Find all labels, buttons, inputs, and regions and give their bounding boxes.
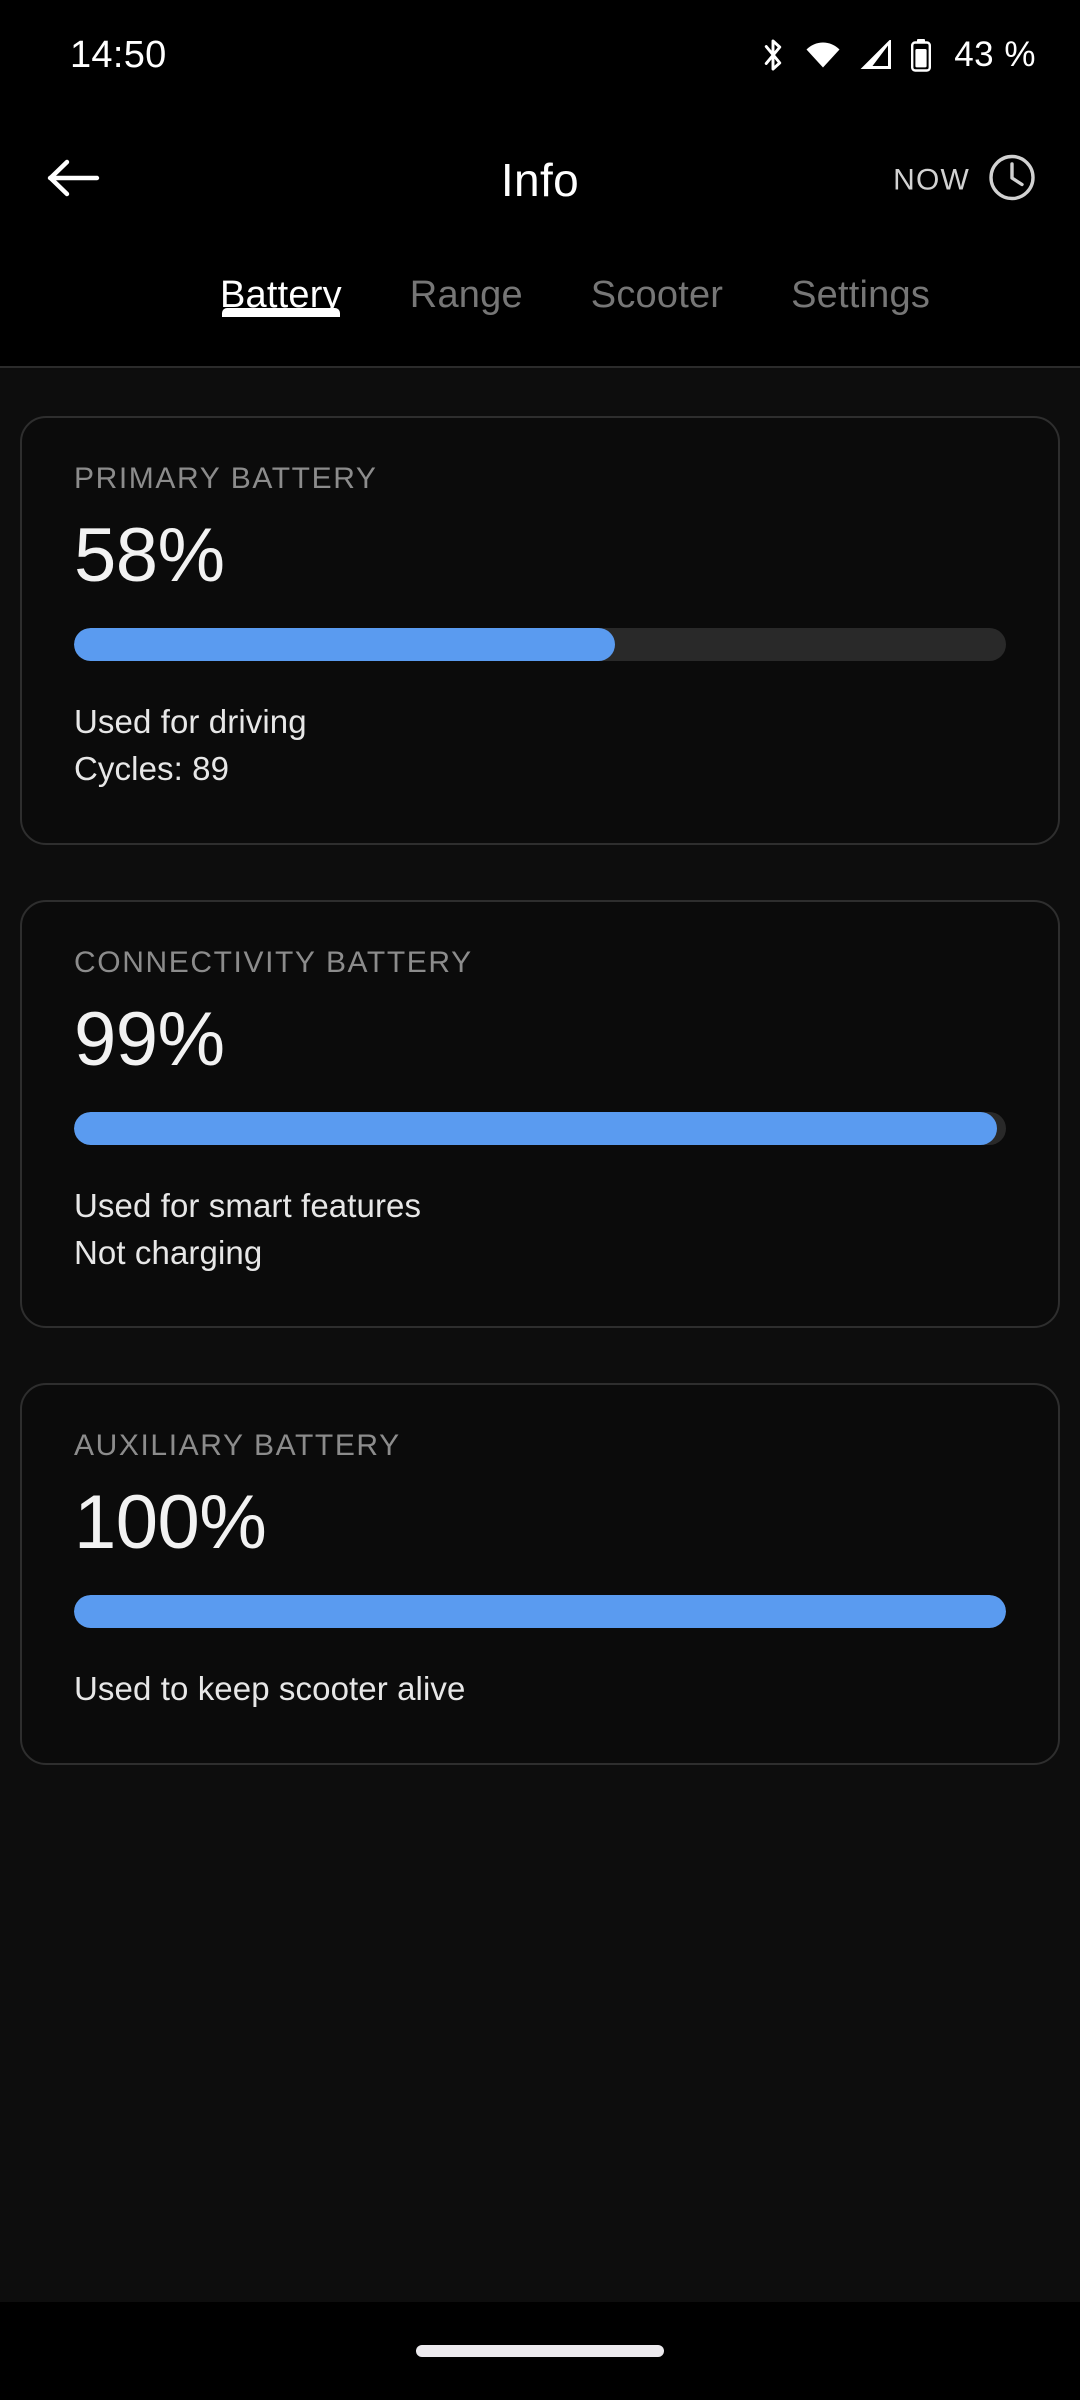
card-note-usage: Used for driving <box>74 703 307 740</box>
card-note-charging: Not charging <box>74 1233 263 1271</box>
battery-icon <box>910 38 932 72</box>
tab-range-label: Range <box>409 274 523 316</box>
status-bar-icons: 43 % <box>759 35 1036 75</box>
bluetooth-icon <box>759 37 787 73</box>
tab-active-indicator <box>221 308 340 317</box>
card-connectivity-battery[interactable]: CONNECTIVITY BATTERY 99% Used for smart … <box>20 899 1060 1329</box>
app-bar: Info NOW <box>0 110 1080 250</box>
cellular-signal-icon <box>859 40 893 70</box>
tab-bar: Battery Range Scooter Settings <box>0 250 1080 368</box>
card-primary-battery[interactable]: PRIMARY BATTERY 58% Used for driving Cyc… <box>20 416 1060 845</box>
card-title: AUXILIARY BATTERY <box>74 1429 401 1463</box>
wifi-icon <box>804 40 842 70</box>
clock-icon <box>986 152 1038 209</box>
card-auxiliary-battery[interactable]: AUXILIARY BATTERY 100% Used to keep scoo… <box>20 1383 1060 1766</box>
tab-scooter[interactable]: Scooter <box>557 250 757 317</box>
phone-screen: 14:50 43 % Info NOW Battery Range Scoote… <box>0 0 1080 2400</box>
status-battery-percent: 43 % <box>954 35 1036 74</box>
tab-list: Battery Range Scooter Settings <box>0 250 1080 368</box>
card-title: CONNECTIVITY BATTERY <box>74 945 473 979</box>
status-bar-clock: 14:50 <box>70 33 167 76</box>
battery-progress-fill <box>74 1595 1006 1629</box>
gesture-handle[interactable] <box>416 2345 664 2357</box>
back-button[interactable] <box>34 140 114 220</box>
card-note-cycles: Cycles: 89 <box>74 749 230 787</box>
status-bar: 14:50 43 % <box>0 0 1080 110</box>
battery-progress-track <box>74 1111 1006 1145</box>
card-note-usage: Used for smart features <box>74 1186 422 1224</box>
tab-range[interactable]: Range <box>376 250 557 317</box>
battery-progress-fill <box>74 1111 997 1145</box>
now-button[interactable]: NOW <box>893 152 1038 209</box>
battery-cards-list: PRIMARY BATTERY 58% Used for driving Cyc… <box>0 368 1080 2302</box>
battery-progress-track <box>74 1595 1006 1629</box>
card-title: PRIMARY BATTERY <box>74 462 378 495</box>
tab-scooter-label: Scooter <box>590 274 724 316</box>
battery-progress-fill <box>74 628 615 661</box>
now-label: NOW <box>893 163 970 196</box>
tab-battery[interactable]: Battery <box>186 250 376 317</box>
tab-settings-label: Settings <box>791 274 931 316</box>
back-arrow-icon <box>47 156 101 205</box>
card-percent-value: 58% <box>74 513 225 598</box>
card-note-usage: Used to keep scooter alive <box>74 1670 466 1708</box>
battery-progress-track <box>74 628 1006 661</box>
system-navigation-bar <box>0 2302 1080 2400</box>
card-percent-value: 99% <box>74 996 225 1082</box>
tab-settings[interactable]: Settings <box>757 250 964 317</box>
card-percent-value: 100% <box>74 1480 267 1566</box>
tab-bar-divider <box>0 366 1080 368</box>
